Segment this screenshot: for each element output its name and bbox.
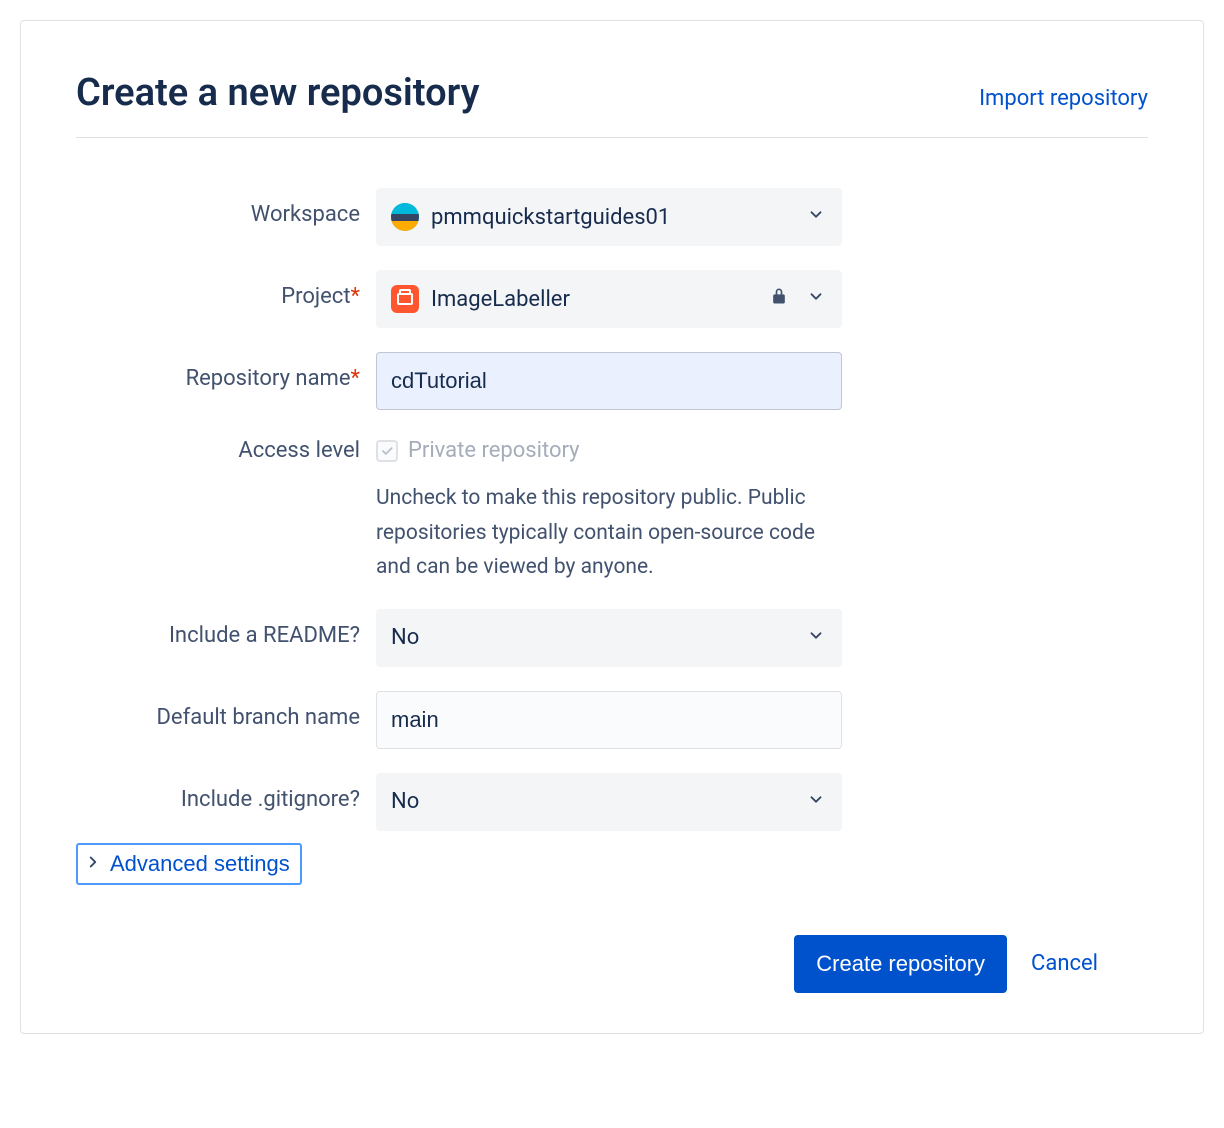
readme-value: No [391,625,419,650]
project-label: Project* [76,270,376,313]
workspace-value: pmmquickstartguides01 [431,205,670,230]
project-folder-icon [391,285,419,313]
repo-name-input[interactable] [376,352,842,410]
project-value: ImageLabeller [431,287,570,312]
lock-icon [769,286,789,312]
gitignore-row: Include .gitignore? No [76,773,1148,831]
chevron-down-icon [807,625,825,650]
workspace-avatar-icon [391,203,419,231]
access-row: Access level Private repository Uncheck … [76,434,1148,585]
page-title: Create a new repository [76,71,479,115]
gitignore-label: Include .gitignore? [76,773,376,816]
workspace-label: Workspace [76,188,376,231]
branch-input[interactable] [376,691,842,749]
header: Create a new repository Import repositor… [76,71,1148,138]
chevron-right-icon [84,851,102,877]
chevron-down-icon [807,287,825,312]
gitignore-value: No [391,789,419,814]
create-repo-card: Create a new repository Import repositor… [20,20,1204,1034]
import-repository-link[interactable]: Import repository [979,86,1148,111]
readme-select[interactable]: No [376,609,842,667]
readme-label: Include a README? [76,609,376,652]
footer: Create repository Cancel [76,935,1148,993]
repo-name-label: Repository name* [76,352,376,395]
access-help-text: Uncheck to make this repository public. … [376,481,842,585]
chevron-down-icon [807,205,825,230]
gitignore-select[interactable]: No [376,773,842,831]
project-select[interactable]: ImageLabeller [376,270,842,328]
project-row: Project* ImageLabeller [76,270,1148,328]
workspace-row: Workspace pmmquickstartguides01 [76,188,1148,246]
readme-row: Include a README? No [76,609,1148,667]
chevron-down-icon [807,789,825,814]
cancel-link[interactable]: Cancel [1031,951,1098,976]
private-checkbox-label: Private repository [408,438,580,463]
workspace-select[interactable]: pmmquickstartguides01 [376,188,842,246]
create-repository-button[interactable]: Create repository [794,935,1007,993]
private-checkbox[interactable] [376,440,398,462]
advanced-row: Advanced settings [76,843,1148,885]
branch-label: Default branch name [76,691,376,734]
repo-name-row: Repository name* [76,352,1148,410]
branch-row: Default branch name [76,691,1148,749]
advanced-settings-toggle[interactable]: Advanced settings [76,843,302,885]
access-label: Access level [76,434,376,467]
